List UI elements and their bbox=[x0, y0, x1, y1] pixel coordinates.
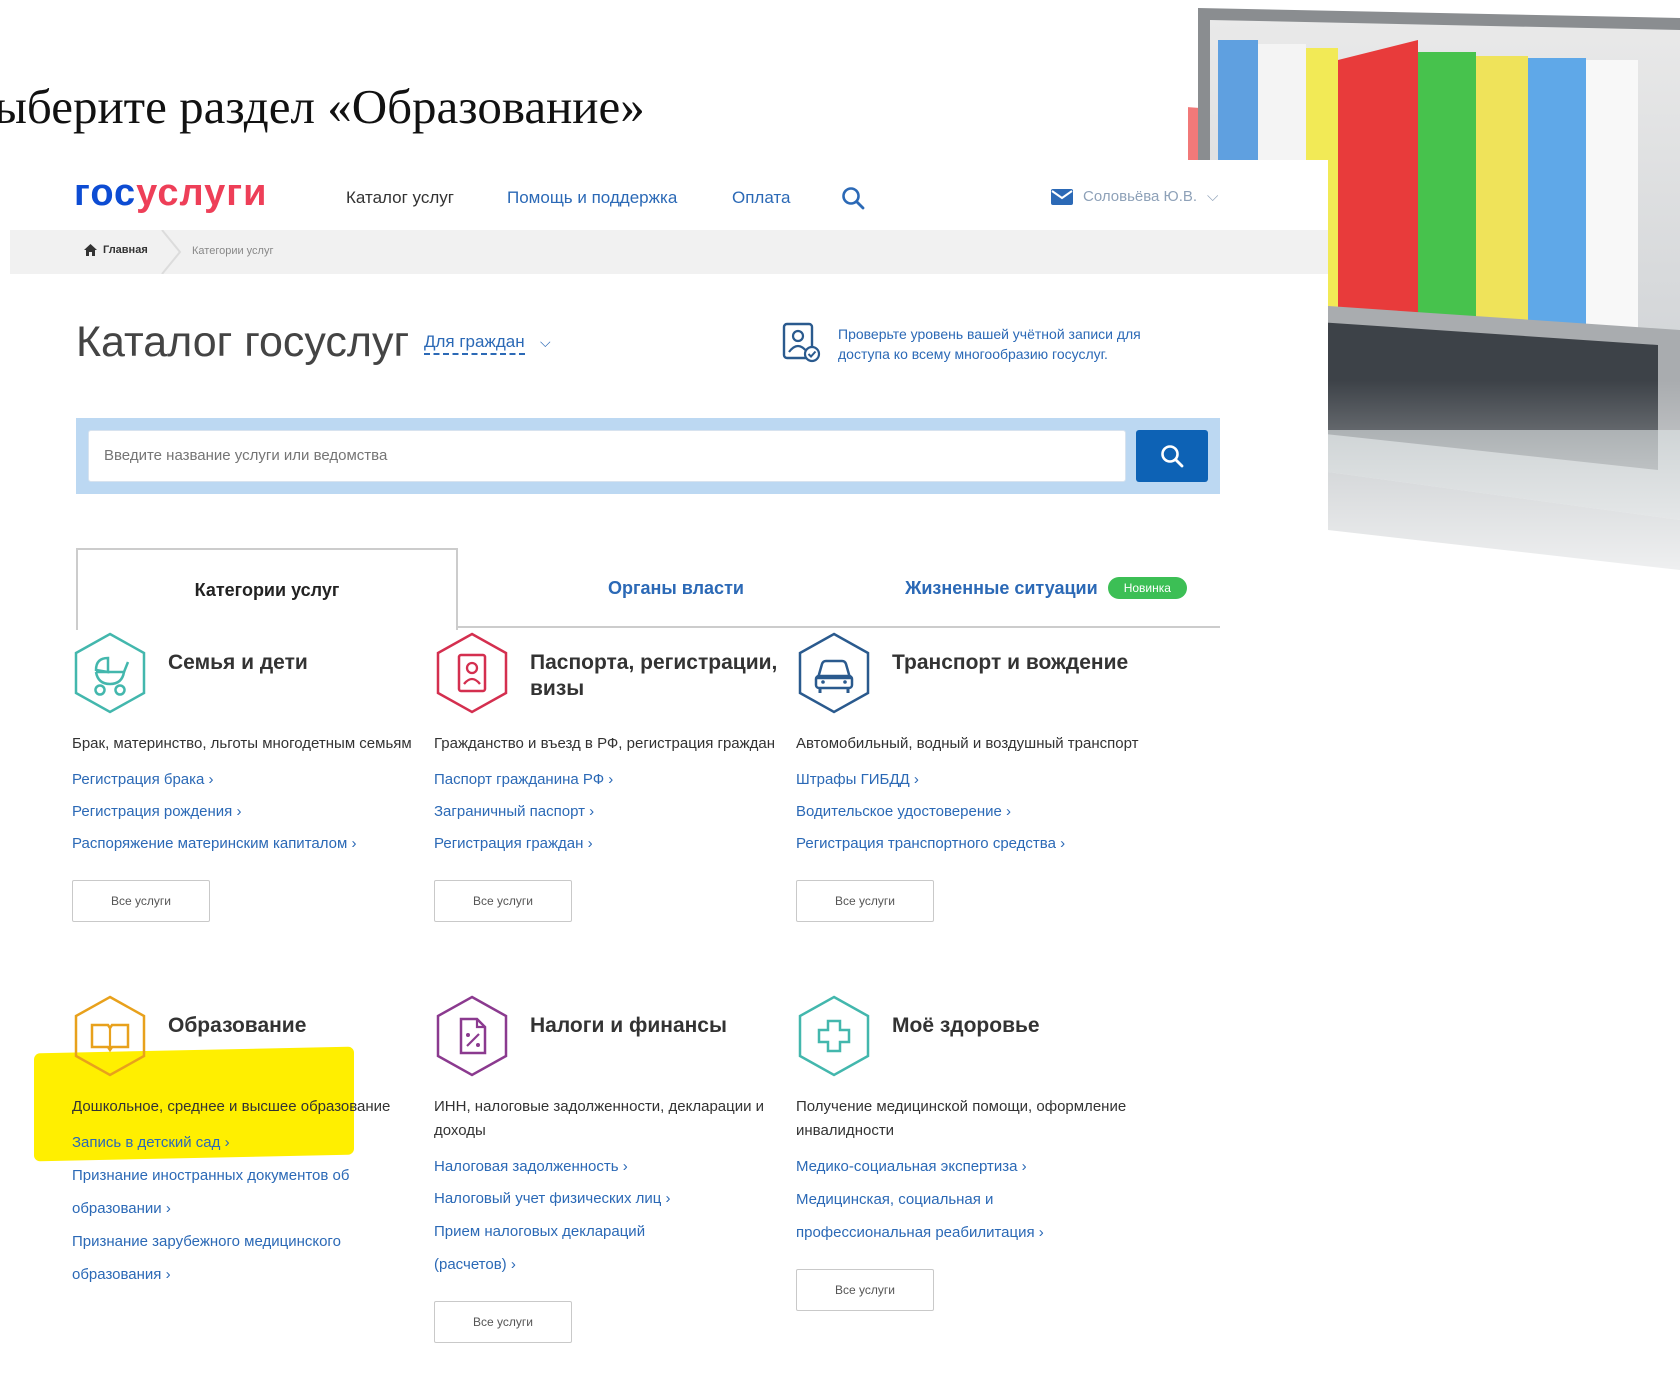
page-title: Каталог госуслуг bbox=[76, 318, 410, 366]
service-link[interactable]: Паспорт гражданина РФ › bbox=[434, 764, 804, 796]
logo-part-2: услуги bbox=[136, 172, 268, 214]
logo-part-1: гос bbox=[74, 172, 137, 214]
tab-life-situations-label: Жизненные ситуации bbox=[905, 577, 1098, 598]
category-header[interactable]: Образование bbox=[72, 993, 442, 1079]
slide-heading: ыберите раздел «Образование» bbox=[0, 79, 645, 134]
category-description: Брак, материнство, льготы многодетным се… bbox=[72, 735, 412, 752]
category-description: Дошкольное, среднее и высшее образование bbox=[72, 1098, 391, 1115]
category-links: Медико-социальная экспертиза › Медицинск… bbox=[796, 1151, 1166, 1249]
tab-authorities-label: Органы власти bbox=[608, 577, 744, 598]
category-title: Налоги и финансы bbox=[530, 1014, 727, 1037]
all-services-button[interactable]: Все услуги bbox=[434, 1301, 572, 1343]
category-transport: Транспорт и вождение Автомобильный, водн… bbox=[796, 630, 1166, 922]
category-description: Получение медицинской помощи, оформление… bbox=[796, 1098, 1127, 1139]
tab-categories-label: Категории услуг bbox=[194, 579, 340, 600]
category-description: ИНН, налоговые задолженности, декларации… bbox=[434, 1098, 765, 1139]
category-header[interactable]: Паспорта, регистрации, визы bbox=[434, 630, 804, 716]
category-taxes: Налоги и финансы ИНН, налоговые задолжен… bbox=[434, 993, 804, 1343]
user-menu[interactable]: Соловьёва Ю.В. ⌵ bbox=[1051, 188, 1218, 205]
category-header[interactable]: Моё здоровье bbox=[796, 993, 1166, 1079]
category-family: Семья и дети Брак, материнство, льготы м… bbox=[72, 630, 442, 922]
service-link[interactable]: Регистрация транспортного средства › bbox=[796, 828, 1166, 860]
service-link[interactable]: Регистрация рождения › bbox=[72, 796, 442, 828]
service-link[interactable]: Распоряжение материнским капиталом › bbox=[72, 828, 442, 860]
all-services-button[interactable]: Все услуги bbox=[796, 880, 934, 922]
category-links: Запись в детский сад › Признание иностра… bbox=[72, 1127, 442, 1291]
breadcrumb-separator bbox=[161, 230, 182, 274]
service-link[interactable]: Признание иностранных документов об обра… bbox=[72, 1159, 372, 1225]
chevron-down-icon: ⌵ bbox=[1207, 188, 1219, 205]
nav-catalog-link[interactable]: Каталог услуг bbox=[346, 188, 454, 208]
account-check-icon bbox=[782, 322, 821, 363]
category-links: Регистрация брака › Регистрация рождения… bbox=[72, 764, 442, 860]
service-link[interactable]: Водительское удостоверение › bbox=[796, 796, 1166, 828]
breadcrumb-current: Категории услуг bbox=[192, 245, 274, 257]
tab-life-situations[interactable]: Жизненные ситуации Новинка bbox=[876, 548, 1216, 628]
new-badge: Новинка bbox=[1107, 577, 1187, 599]
stroller-icon bbox=[74, 632, 146, 714]
category-passports: Паспорта, регистрации, визы Гражданство … bbox=[434, 630, 804, 922]
home-icon bbox=[84, 244, 97, 256]
user-name: Соловьёва Ю.В. bbox=[1083, 188, 1198, 205]
search-button[interactable] bbox=[1136, 430, 1208, 482]
service-search-input[interactable] bbox=[88, 430, 1126, 482]
breadcrumb-home-label: Главная bbox=[103, 244, 148, 256]
breadcrumb: Главная Категории услуг bbox=[10, 230, 1328, 274]
service-link[interactable]: Регистрация брака › bbox=[72, 764, 442, 796]
service-link[interactable]: Налоговая задолженность › bbox=[434, 1151, 804, 1183]
category-description: Гражданство и въезд в РФ, регистрация гр… bbox=[434, 735, 776, 752]
service-link[interactable]: Медицинская, социальная и профессиональн… bbox=[796, 1183, 1086, 1249]
category-description: Автомобильный, водный и воздушный трансп… bbox=[796, 735, 1139, 752]
category-links: Паспорт гражданина РФ › Заграничный пасп… bbox=[434, 764, 804, 860]
tab-authorities[interactable]: Органы власти bbox=[536, 548, 816, 628]
service-link[interactable]: Налоговый учет физических лиц › bbox=[434, 1183, 804, 1215]
search-icon[interactable] bbox=[839, 184, 867, 212]
all-services-button[interactable]: Все услуги bbox=[72, 880, 210, 922]
nav-payment-link[interactable]: Оплата bbox=[732, 188, 790, 208]
nav-help-link[interactable]: Помощь и поддержка bbox=[507, 188, 677, 208]
category-health: Моё здоровье Получение медицинской помощ… bbox=[796, 993, 1166, 1311]
service-link[interactable]: Штрафы ГИБДД › bbox=[796, 764, 1166, 796]
gosuslugi-screenshot: госуслуги Каталог услуг Помощь и поддерж… bbox=[10, 160, 1328, 1399]
category-links: Штрафы ГИБДД › Водительское удостоверени… bbox=[796, 764, 1166, 860]
service-link[interactable]: Признание зарубежного медицинского образ… bbox=[72, 1225, 372, 1291]
tab-categories[interactable]: Категории услуг bbox=[76, 548, 458, 630]
account-level-notice[interactable]: Проверьте уровень вашей учётной записи д… bbox=[838, 324, 1178, 364]
chevron-down-icon[interactable]: ⌵ bbox=[540, 334, 551, 351]
category-title: Паспорта, регистрации, визы bbox=[530, 651, 778, 700]
category-title: Образование bbox=[168, 1014, 307, 1037]
mail-icon bbox=[1051, 188, 1073, 205]
category-header[interactable]: Семья и дети bbox=[72, 630, 442, 716]
all-services-button[interactable]: Все услуги bbox=[796, 1269, 934, 1311]
open-book-icon bbox=[74, 995, 146, 1077]
service-link[interactable]: Медико-социальная экспертиза › bbox=[796, 1151, 1166, 1183]
category-links: Налоговая задолженность › Налоговый учет… bbox=[434, 1151, 804, 1281]
search-icon bbox=[1161, 445, 1184, 468]
category-title: Семья и дети bbox=[168, 651, 308, 674]
search-bar bbox=[76, 418, 1220, 494]
service-link[interactable]: Заграничный паспорт › bbox=[434, 796, 804, 828]
tax-document-icon bbox=[436, 995, 508, 1077]
service-link[interactable]: Прием налоговых деклараций (расчетов) › bbox=[434, 1215, 694, 1281]
service-link[interactable]: Запись в детский сад › bbox=[72, 1127, 442, 1159]
category-education: Образование Дошкольное, среднее и высшее… bbox=[72, 993, 442, 1291]
category-title: Транспорт и вождение bbox=[892, 651, 1129, 674]
gosuslugi-logo[interactable]: госуслуги bbox=[74, 172, 267, 215]
category-header[interactable]: Транспорт и вождение bbox=[796, 630, 1166, 716]
car-icon bbox=[798, 632, 870, 714]
medical-cross-icon bbox=[798, 995, 870, 1077]
catalog-tabs: Категории услуг Органы власти Жизненные … bbox=[76, 548, 1220, 630]
passport-icon bbox=[436, 632, 508, 714]
category-header[interactable]: Налоги и финансы bbox=[434, 993, 804, 1079]
service-link[interactable]: Регистрация граждан › bbox=[434, 828, 804, 860]
audience-dropdown[interactable]: Для граждан bbox=[424, 332, 525, 355]
all-services-button[interactable]: Все услуги bbox=[434, 880, 572, 922]
breadcrumb-home[interactable]: Главная bbox=[84, 244, 148, 256]
category-title: Моё здоровье bbox=[892, 1014, 1040, 1037]
